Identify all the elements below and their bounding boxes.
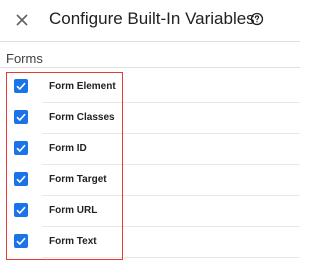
close-icon (16, 14, 28, 26)
check-icon (16, 237, 26, 246)
dialog-title: Configure Built-In Variables (49, 9, 255, 28)
checkbox-form-text[interactable] (14, 234, 28, 248)
variable-row-form-url[interactable]: Form URL (0, 196, 300, 227)
check-icon (16, 113, 26, 122)
variable-label: Form Classes (49, 112, 115, 123)
row-divider (42, 257, 300, 258)
variable-label: Form Element (49, 81, 116, 92)
variable-label: Form URL (49, 205, 98, 216)
variable-row-form-element[interactable]: Form Element (0, 72, 300, 103)
check-icon (16, 206, 26, 215)
checkbox-form-classes[interactable] (14, 110, 28, 124)
section-title-forms: Forms (6, 51, 43, 66)
variable-row-form-text[interactable]: Form Text (0, 227, 300, 258)
variable-row-form-target[interactable]: Form Target (0, 165, 300, 196)
checkbox-form-element[interactable] (14, 79, 28, 93)
checkbox-form-url[interactable] (14, 203, 28, 217)
dialog-header: Configure Built-In Variables (0, 0, 300, 42)
variable-row-form-id[interactable]: Form ID (0, 134, 300, 165)
check-icon (16, 144, 26, 153)
section-divider (0, 67, 300, 68)
variable-label: Form ID (49, 143, 87, 154)
checkbox-form-id[interactable] (14, 141, 28, 155)
checkbox-form-target[interactable] (14, 172, 28, 186)
check-icon (16, 82, 26, 91)
check-icon (16, 175, 26, 184)
help-circle-icon[interactable] (250, 12, 264, 26)
variable-label: Form Text (49, 236, 97, 247)
close-button[interactable] (10, 8, 34, 32)
header-divider (0, 41, 300, 42)
variable-row-form-classes[interactable]: Form Classes (0, 103, 300, 134)
variable-label: Form Target (49, 174, 107, 185)
